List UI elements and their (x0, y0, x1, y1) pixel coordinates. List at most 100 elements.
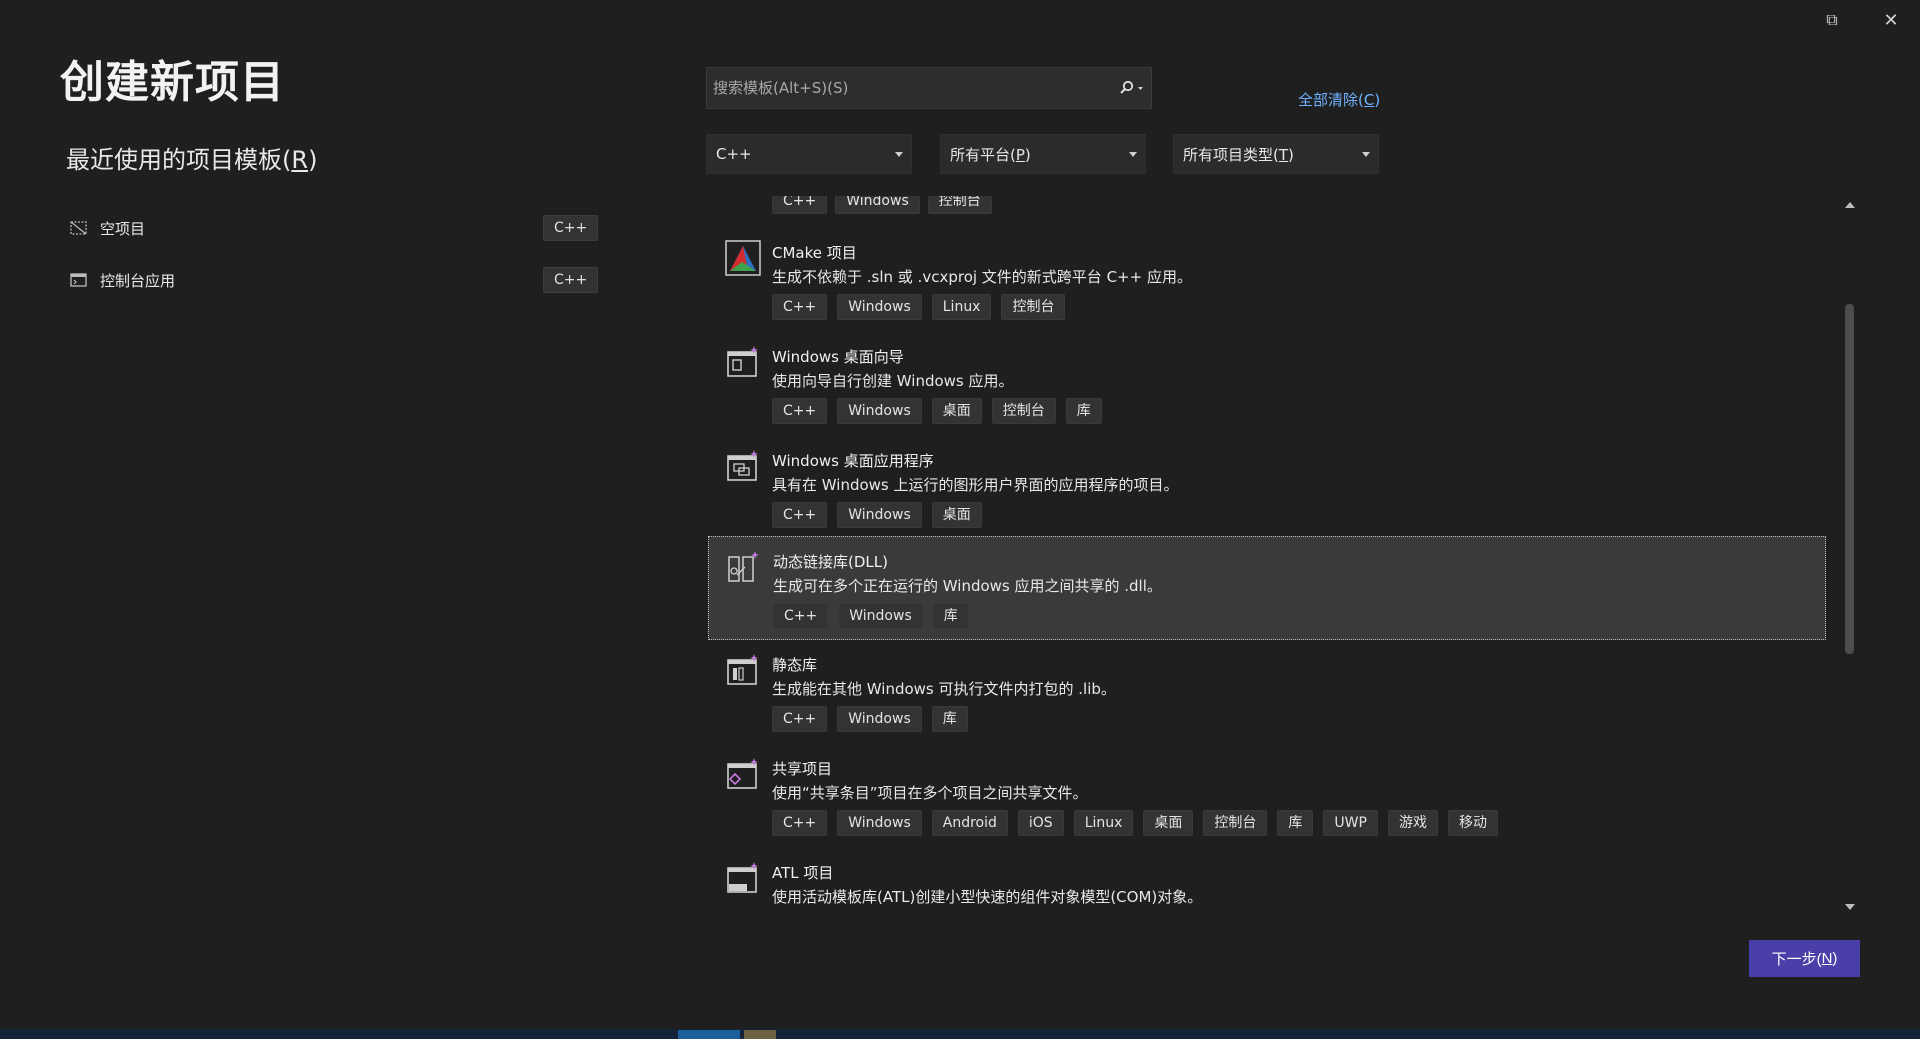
tag: UWP (1323, 810, 1378, 836)
language-filter-dropdown[interactable]: C++ (706, 134, 912, 174)
template-description: 具有在 Windows 上运行的图形用户界面的应用程序的项目。 (772, 476, 1179, 494)
recent-item-empty-project[interactable]: 空项目 C++ (66, 202, 599, 254)
recent-item-label: 控制台应用 (100, 271, 176, 290)
project-type-filter-value: 所有项目类型(T) (1183, 145, 1294, 164)
tag: iOS (1017, 810, 1064, 836)
tag: 控制台 (927, 196, 992, 214)
tag: C++ (772, 810, 828, 836)
scroll-up-icon[interactable] (1845, 202, 1855, 208)
template-item-static-lib[interactable]: 静态库 生成能在其他 Windows 可执行文件内打包的 .lib。 C++ W… (708, 640, 1826, 744)
tag: C++ (772, 706, 828, 732)
tag: C++ (772, 294, 828, 320)
recent-item-language-tag: C++ (543, 215, 599, 241)
tag: 桌面 (931, 398, 982, 424)
tag: C++ (773, 603, 829, 629)
template-description: 生成可在多个正在运行的 Windows 应用之间共享的 .dll。 (773, 577, 1162, 595)
chevron-down-icon (1129, 152, 1137, 157)
template-tags: C++ Windows Linux 控制台 (772, 294, 1066, 320)
tag: 库 (932, 603, 969, 629)
tag: 移动 (1447, 810, 1498, 836)
chevron-down-icon (895, 152, 903, 157)
restore-window-icon[interactable]: ⧉ (1817, 8, 1847, 32)
recent-item-language-tag: C++ (543, 267, 599, 293)
create-new-project-window: ⧉ ✕ 创建新项目 最近使用的项目模板(R) 空项目 C++ 控制台应用 C++ (0, 0, 1920, 1039)
page-title: 创建新项目 (60, 57, 285, 108)
template-tags: C++ Windows 库 (773, 603, 969, 629)
tag: Windows (837, 398, 922, 424)
template-list-scrollbar[interactable] (1840, 196, 1858, 916)
close-window-icon[interactable]: ✕ (1876, 8, 1906, 32)
template-list: C++ Windows 控制台 CMake 项目 生成不依赖于 .sln 或 .… (706, 196, 1826, 906)
taskbar-app-button[interactable] (744, 1030, 776, 1039)
template-description: 生成不依赖于 .sln 或 .vcxproj 文件的新式跨平台 C++ 应用。 (772, 268, 1192, 286)
scrollbar-thumb[interactable] (1845, 304, 1854, 654)
tag: Linux (1073, 810, 1134, 836)
clear-all-link[interactable]: 全部清除(C) (1298, 89, 1380, 110)
chevron-down-icon (1362, 152, 1370, 157)
dll-icon (728, 551, 759, 582)
tag: Windows (838, 603, 923, 629)
template-name: Windows 桌面向导 (772, 348, 904, 366)
template-name: ATL 项目 (772, 864, 834, 882)
template-tags: C++ Windows 桌面 控制台 库 (772, 398, 1102, 424)
partial-template-tags: C++ Windows 控制台 (772, 196, 992, 214)
template-search-box (706, 67, 1152, 109)
tag: Windows (837, 706, 922, 732)
scroll-down-icon[interactable] (1845, 904, 1855, 910)
tag: Windows (837, 502, 922, 528)
template-item-desktop-app[interactable]: Windows 桌面应用程序 具有在 Windows 上运行的图形用户界面的应用… (708, 436, 1826, 540)
atl-project-icon (727, 862, 758, 893)
tag: Windows (837, 810, 922, 836)
template-item-shared-project[interactable]: 共享项目 使用“共享条目”项目在多个项目之间共享文件。 C++ Windows … (708, 744, 1826, 848)
tag: 库 (1277, 810, 1314, 836)
console-app-icon (70, 273, 87, 287)
tag: 桌面 (931, 502, 982, 528)
search-input[interactable] (707, 68, 1113, 108)
template-item-cmake[interactable]: CMake 项目 生成不依赖于 .sln 或 .vcxproj 文件的新式跨平台… (708, 228, 1826, 332)
language-filter-value: C++ (716, 145, 752, 163)
template-description: 使用活动模板库(ATL)创建小型快速的组件对象模型(COM)对象。 (772, 888, 1203, 906)
tag: Windows (837, 294, 922, 320)
template-tags: C++ Windows 库 (772, 706, 968, 732)
template-description: 生成能在其他 Windows 可执行文件内打包的 .lib。 (772, 680, 1116, 698)
tag: Linux (931, 294, 992, 320)
taskbar-app-button[interactable] (678, 1030, 740, 1039)
cmake-icon (725, 240, 761, 276)
template-tags: C++ Windows Android iOS Linux 桌面 控制台 库 U… (772, 810, 1498, 836)
static-lib-icon (727, 654, 758, 685)
next-button[interactable]: 下一步(N) (1749, 940, 1860, 977)
tag: 桌面 (1143, 810, 1194, 836)
desktop-app-icon (727, 450, 758, 481)
empty-project-icon (70, 221, 87, 235)
tag: C++ (772, 398, 828, 424)
taskbar (0, 1029, 1920, 1039)
template-name: 共享项目 (772, 760, 833, 778)
search-icon[interactable] (1113, 80, 1151, 96)
template-name: Windows 桌面应用程序 (772, 452, 934, 470)
template-description: 使用向导自行创建 Windows 应用。 (772, 372, 1014, 390)
template-name: 动态链接库(DLL) (773, 553, 888, 571)
tag: 控制台 (1203, 810, 1268, 836)
shared-project-icon (727, 758, 758, 789)
project-type-filter-dropdown[interactable]: 所有项目类型(T) (1173, 134, 1379, 174)
template-item-atl-project[interactable]: ATL 项目 使用活动模板库(ATL)创建小型快速的组件对象模型(COM)对象。 (708, 848, 1826, 906)
tag: Android (931, 810, 1008, 836)
tag: Windows (835, 196, 920, 214)
recent-templates-heading: 最近使用的项目模板(R) (66, 146, 318, 174)
platform-filter-dropdown[interactable]: 所有平台(P) (940, 134, 1146, 174)
template-item-desktop-wizard[interactable]: Windows 桌面向导 使用向导自行创建 Windows 应用。 C++ Wi… (708, 332, 1826, 436)
recent-item-console-app[interactable]: 控制台应用 C++ (66, 254, 599, 306)
tag: 游戏 (1387, 810, 1438, 836)
recent-item-label: 空项目 (100, 219, 146, 238)
template-description: 使用“共享条目”项目在多个项目之间共享文件。 (772, 784, 1088, 802)
tag: C++ (772, 196, 828, 214)
template-item-dll[interactable]: 动态链接库(DLL) 生成可在多个正在运行的 Windows 应用之间共享的 .… (708, 536, 1826, 640)
tag: C++ (772, 502, 828, 528)
desktop-wizard-icon (727, 346, 758, 377)
template-name: CMake 项目 (772, 244, 857, 262)
template-name: 静态库 (772, 656, 818, 674)
recent-templates-list: 空项目 C++ 控制台应用 C++ (66, 202, 599, 306)
template-tags: C++ Windows 桌面 (772, 502, 982, 528)
tag: 库 (1065, 398, 1102, 424)
platform-filter-value: 所有平台(P) (950, 145, 1031, 164)
